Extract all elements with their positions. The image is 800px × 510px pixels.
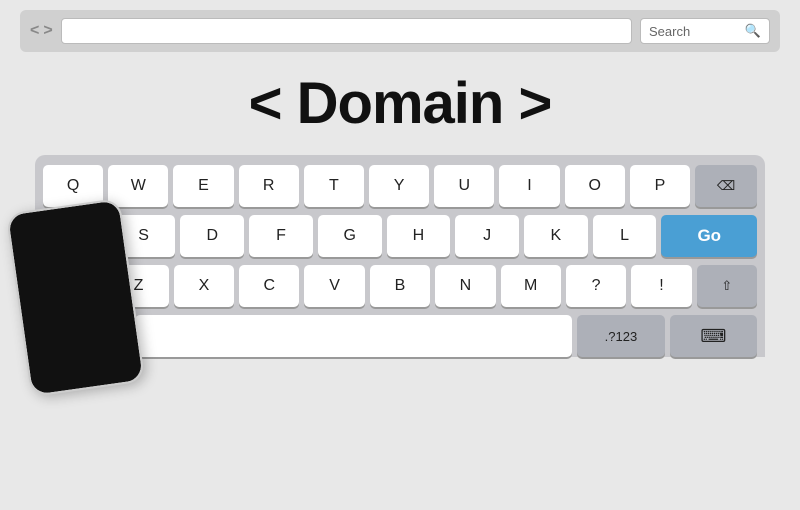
key-space[interactable] <box>135 315 572 357</box>
key-l[interactable]: L <box>593 215 657 257</box>
key-g[interactable]: G <box>318 215 382 257</box>
key-w[interactable]: W <box>108 165 168 207</box>
key-c[interactable]: C <box>239 265 299 307</box>
key-d[interactable]: D <box>180 215 244 257</box>
key-m[interactable]: M <box>501 265 561 307</box>
key-u[interactable]: U <box>434 165 494 207</box>
key-n[interactable]: N <box>435 265 495 307</box>
domain-heading: < Domain > <box>0 70 800 137</box>
back-arrow[interactable]: < <box>30 23 39 39</box>
key-v[interactable]: V <box>304 265 364 307</box>
key-k[interactable]: K <box>524 215 588 257</box>
key-h[interactable]: H <box>387 215 451 257</box>
key-o[interactable]: O <box>565 165 625 207</box>
key-j[interactable]: J <box>455 215 519 257</box>
key-backspace[interactable]: ⌫ <box>695 165 757 207</box>
keyboard-row-bottom: .?123 .?123 ⌨ <box>43 315 757 357</box>
key-f[interactable]: F <box>249 215 313 257</box>
search-icon: 🔍 <box>745 23 761 39</box>
search-label: Search <box>649 24 690 39</box>
keyboard-icon: ⌨ <box>700 326 726 347</box>
key-p[interactable]: P <box>630 165 690 207</box>
keyboard: Q W E R T Y U I O P ⌫ A S D F G H J K L … <box>35 155 765 357</box>
key-keyboard-icon[interactable]: ⌨ <box>670 315 757 357</box>
key-shift-right[interactable]: ⇧ <box>697 265 757 307</box>
shift-right-icon: ⇧ <box>721 278 732 294</box>
keyboard-row-2: A S D F G H J K L Go <box>43 215 757 257</box>
key-i[interactable]: I <box>499 165 559 207</box>
keyboard-row-3: ⇧ Z X C V B N M ? ! ⇧ <box>43 265 757 307</box>
key-question[interactable]: ? <box>566 265 626 307</box>
nav-arrows: < > <box>30 23 53 39</box>
key-numeric-right[interactable]: .?123 <box>577 315 664 357</box>
key-e[interactable]: E <box>173 165 233 207</box>
forward-arrow[interactable]: > <box>43 23 52 39</box>
url-bar[interactable] <box>61 18 632 44</box>
browser-bar: < > Search 🔍 <box>20 10 780 52</box>
search-bar[interactable]: Search 🔍 <box>640 18 770 44</box>
key-x[interactable]: X <box>174 265 234 307</box>
key-exclamation[interactable]: ! <box>631 265 691 307</box>
key-r[interactable]: R <box>239 165 299 207</box>
keyboard-row-1: Q W E R T Y U I O P ⌫ <box>43 165 757 207</box>
key-go[interactable]: Go <box>661 215 757 257</box>
key-y[interactable]: Y <box>369 165 429 207</box>
backspace-icon: ⌫ <box>717 178 735 194</box>
key-b[interactable]: B <box>370 265 430 307</box>
phone-screen <box>8 200 143 395</box>
key-t[interactable]: T <box>304 165 364 207</box>
